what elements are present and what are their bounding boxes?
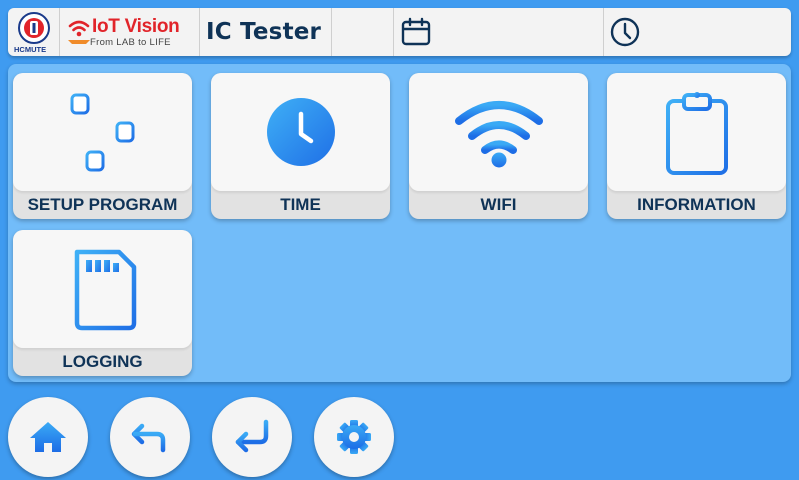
time-cell	[604, 8, 791, 56]
enter-button[interactable]	[212, 397, 292, 477]
date-cell	[394, 8, 604, 56]
brand-tagline: From LAB to LIFE	[90, 37, 171, 48]
menu-panel: SETUP PROGRAM TIME WIFI INFORMATION LOGG…	[8, 64, 791, 382]
enter-icon	[235, 419, 269, 453]
wifi-icon	[455, 101, 543, 168]
header-spacer	[332, 8, 394, 56]
back-button[interactable]	[110, 397, 190, 477]
home-button[interactable]	[8, 397, 88, 477]
tile-label: WIFI	[480, 195, 517, 214]
tile-label: SETUP PROGRAM	[27, 195, 178, 214]
tile-face	[607, 73, 786, 191]
hcmute-text: HCMUTE	[14, 45, 47, 54]
iot-wifi-logo-icon	[68, 20, 90, 44]
sliders-icon	[56, 93, 150, 172]
clock-icon	[610, 17, 640, 47]
tile-setup-program[interactable]: SETUP PROGRAM	[13, 73, 192, 219]
iot-vision-logo: IoT Vision From LAB to LIFE	[60, 8, 200, 56]
calendar-icon	[401, 17, 431, 46]
tile-face	[211, 73, 390, 191]
tile-label: TIME	[280, 195, 321, 214]
tile-face	[13, 230, 192, 348]
clipboard-icon	[666, 92, 728, 175]
back-arrow-icon	[131, 423, 166, 453]
tile-label: INFORMATION	[637, 195, 756, 214]
tile-wifi[interactable]: WIFI	[409, 73, 588, 219]
app-title-cell: IC Tester	[200, 8, 332, 56]
sd-card-icon	[74, 249, 137, 331]
tile-face	[13, 73, 192, 191]
brand-name: IoT Vision	[92, 16, 180, 37]
hcmute-logo: HCMUTE	[8, 8, 60, 56]
tile-logging[interactable]: LOGGING	[13, 230, 192, 376]
gear-icon	[337, 420, 371, 454]
tile-label: LOGGING	[62, 352, 143, 371]
tile-face	[409, 73, 588, 191]
clock-icon	[267, 98, 335, 166]
tile-information[interactable]: INFORMATION	[607, 73, 786, 219]
settings-button[interactable]	[314, 397, 394, 477]
home-icon	[30, 422, 66, 452]
app-title: IC Tester	[206, 19, 322, 45]
tile-time[interactable]: TIME	[211, 73, 390, 219]
header-bar: HCMUTE IoT Vision From LAB to LIFE IC Te…	[8, 8, 791, 56]
